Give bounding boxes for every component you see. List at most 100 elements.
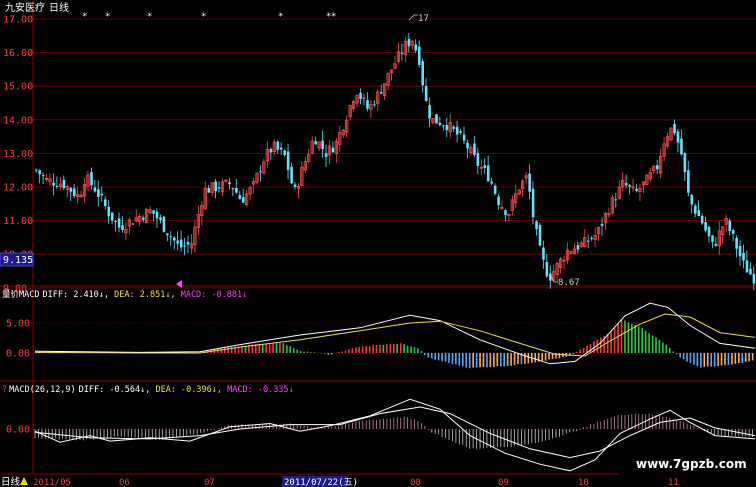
price-tick-label: 17.00	[3, 15, 33, 26]
candle-body	[483, 165, 487, 168]
price-tick-label: 13.00	[3, 149, 33, 160]
price-tick-label: 15.00	[3, 82, 33, 93]
candle-body	[62, 179, 66, 189]
candle-body	[331, 147, 335, 153]
candle-body	[276, 141, 280, 150]
date-label-5: 09	[498, 478, 509, 487]
candle-body	[159, 217, 162, 220]
candle-body	[131, 223, 135, 225]
candle-body	[735, 237, 738, 249]
candle-body	[635, 188, 638, 191]
candle-body	[466, 142, 469, 149]
candle-body	[462, 134, 466, 141]
candle-body	[704, 222, 707, 231]
candle-body	[69, 187, 73, 192]
candle-body	[259, 171, 262, 173]
candle-body	[373, 104, 376, 106]
candle-body	[683, 153, 687, 173]
svg-text:17: 17	[418, 14, 429, 24]
candle-body	[493, 185, 497, 194]
date-label-7: 11	[668, 478, 679, 487]
date-axis: 日线 2011/05 06 07 2011/07/22(五) 08 09 10 …	[0, 475, 756, 487]
candle-body	[693, 205, 697, 214]
candle-body	[321, 140, 324, 150]
candle-body	[576, 245, 580, 250]
candle-body	[104, 199, 107, 207]
candle-body	[687, 170, 690, 193]
candle-body	[286, 151, 290, 170]
candle-body	[324, 153, 328, 158]
candle-body	[366, 100, 369, 109]
watermark: www.7gpzb.com	[618, 451, 756, 475]
candle-body	[714, 243, 718, 246]
candle-body	[542, 247, 545, 260]
date-label-6: 10	[578, 478, 589, 487]
date-label-1: 06	[119, 478, 130, 487]
price-tick-label: 14.00	[3, 115, 33, 126]
candle-body	[656, 165, 659, 170]
candle-body	[269, 148, 273, 153]
candle-body	[238, 195, 242, 200]
event-marker: *	[147, 12, 152, 22]
candle-body	[110, 212, 114, 221]
candle-body	[614, 199, 618, 201]
candle-body	[538, 225, 542, 246]
candle-body	[587, 240, 590, 242]
candle-body	[179, 239, 183, 248]
candle-body	[417, 46, 421, 66]
candle-body	[459, 131, 462, 133]
candle-body	[528, 173, 531, 192]
price-tick-label: 16.00	[3, 48, 33, 59]
candle-body	[72, 188, 76, 196]
candle-body	[400, 52, 404, 54]
macd2-header: ? MACD(26,12,9) DIFF: -0.564↓, DEA: -0.396…	[2, 385, 294, 395]
candle-body	[486, 165, 490, 182]
stock-chart[interactable]: 17.0016.0015.0014.0013.0012.0011.0010.00…	[0, 0, 756, 487]
stock-title: 九安医疗 日线	[5, 1, 69, 14]
candle-body	[497, 196, 500, 205]
candle-body	[680, 138, 683, 155]
candle-body	[380, 92, 383, 94]
event-marker: *	[201, 12, 206, 22]
candle-body	[421, 61, 424, 86]
date-label-0: 2011/05	[33, 478, 71, 487]
candle-body	[690, 195, 694, 205]
candle-body	[162, 216, 166, 232]
candle-body	[107, 206, 111, 217]
candle-body	[100, 193, 104, 196]
candle-body	[228, 182, 231, 185]
candle-body	[41, 175, 45, 177]
candle-body	[55, 185, 59, 187]
candle-body	[314, 141, 318, 145]
candle-body	[445, 125, 449, 131]
candle-body	[442, 125, 445, 127]
candle-body	[166, 233, 169, 236]
candle-body	[217, 187, 221, 189]
candle-body	[545, 262, 549, 277]
candle-body	[531, 188, 535, 218]
event-marker: *	[82, 12, 87, 22]
candle-body	[173, 237, 176, 241]
candle-body	[97, 189, 100, 197]
macd1-header: 量价MACD DIFF: 2.410↓, DEA: 2.851↓, MACD: -…	[2, 290, 247, 300]
candle-body	[504, 210, 507, 216]
candle-body	[700, 215, 704, 224]
candle-body	[117, 218, 121, 228]
candle-body	[473, 143, 476, 155]
candle-body	[362, 97, 366, 99]
candle-body	[35, 169, 38, 171]
svg-text:www.7gpzb.com: www.7gpzb.com	[636, 457, 747, 471]
candle-body	[283, 150, 286, 155]
price-tick-label: 11.00	[3, 216, 33, 227]
candle-body	[290, 166, 293, 184]
candle-body	[414, 44, 418, 51]
candle-body	[749, 268, 752, 275]
candle-body	[231, 188, 235, 190]
candle-body	[424, 86, 428, 101]
candle-body	[438, 122, 442, 126]
candle-body	[93, 187, 97, 192]
price-axis: 17.0016.0015.0014.0013.0012.0011.0010.00…	[3, 15, 33, 295]
candle-body	[490, 181, 493, 184]
candle-body	[52, 182, 55, 186]
date-label-2: 07	[204, 478, 215, 487]
